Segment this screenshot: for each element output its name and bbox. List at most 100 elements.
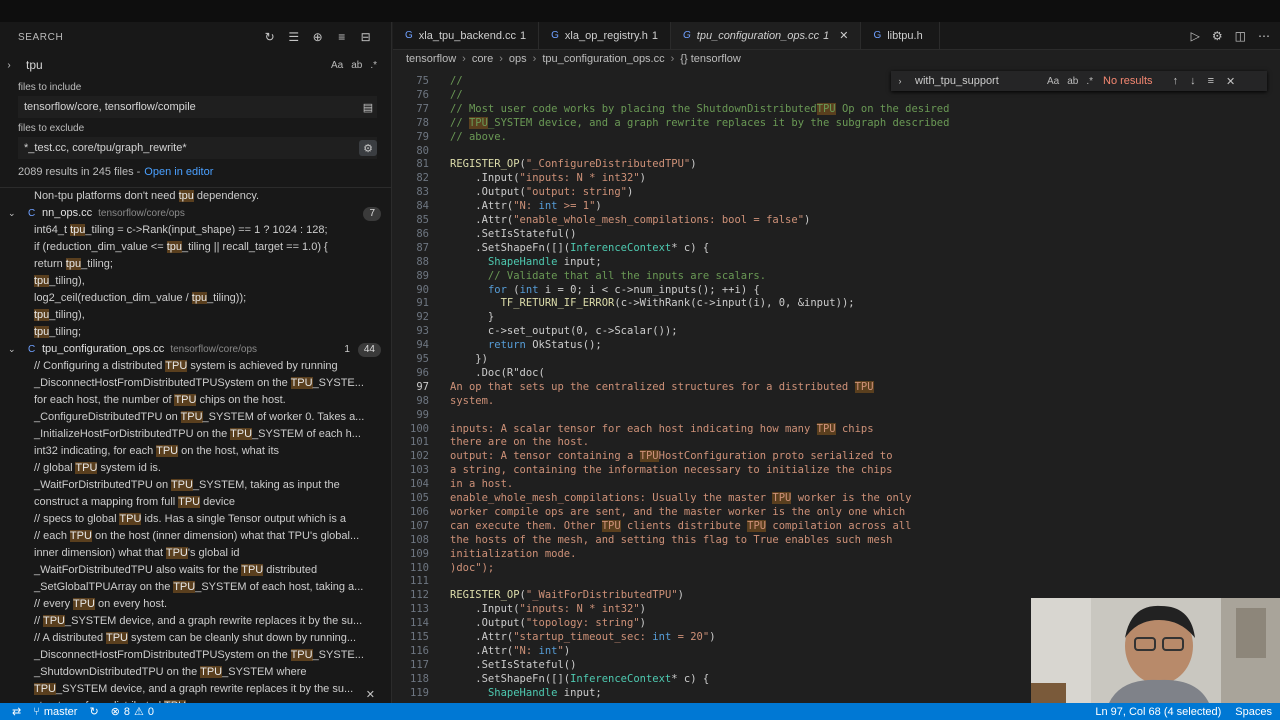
chevron-down-icon[interactable]: ⌄ <box>8 341 22 358</box>
result-line[interactable]: if (reduction_dim_value <= tpu_tiling ||… <box>0 239 391 256</box>
breadcrumb-item[interactable]: core <box>472 53 493 65</box>
toggle-replace-icon[interactable]: › <box>0 60 18 71</box>
result-line[interactable]: _WaitForDistributedTPU also waits for th… <box>0 562 391 579</box>
result-text-before: Non-tpu platforms don't need <box>34 190 179 202</box>
result-line[interactable]: _ShutdownDistributedTPU on the TPU_SYSTE… <box>0 664 391 681</box>
result-line[interactable]: // A distributed TPU system can be clean… <box>0 630 391 647</box>
result-line[interactable]: // TPU_SYSTEM device, and a graph rewrit… <box>0 613 391 630</box>
line-number: 83 <box>416 186 429 199</box>
result-text-after: _tiling), <box>49 309 85 321</box>
tab-xla-tpu-backend-cc[interactable]: Gxla_tpu_backend.cc 1 <box>393 22 540 49</box>
result-line[interactable]: // every TPU on every host. <box>0 596 391 613</box>
code-text: // Validate that all the inputs are scal… <box>450 269 767 282</box>
result-line[interactable]: int64_t tpu_tiling = c->Rank(input_shape… <box>0 222 391 239</box>
result-file-row[interactable]: ⌄ Cnn_ops.cc tensorflow/core/ops 7 <box>0 205 391 222</box>
result-line[interactable]: tpu_tiling), <box>0 307 391 324</box>
tab-tpu-configuration-ops-cc[interactable]: Gtpu_configuration_ops.cc 1 ✕ <box>671 22 862 49</box>
settings-gear-icon[interactable]: ⚙ <box>1212 29 1223 43</box>
result-match: TPU <box>69 530 92 542</box>
tab-xla-op-registry-h[interactable]: Gxla_op_registry.h 1 <box>539 22 671 49</box>
regex-icon[interactable]: .* <box>370 60 377 71</box>
result-line[interactable]: _InitializeHostForDistributedTPU on the … <box>0 426 391 443</box>
result-line[interactable]: // global TPU system id is. <box>0 460 391 477</box>
find-in-selection-icon[interactable]: ≡ <box>1208 75 1214 87</box>
line-number: 92 <box>416 311 429 324</box>
line-number: 98 <box>416 394 429 407</box>
previous-match-icon[interactable]: ↑ <box>1173 75 1179 87</box>
result-text-after: 's global id <box>187 547 240 559</box>
result-text-after: _tiling; <box>81 258 113 270</box>
sync-icon[interactable]: ↻ <box>89 705 98 718</box>
breadcrumb-item[interactable]: tpu_configuration_ops.cc <box>542 53 664 65</box>
result-file-name: tpu_configuration_ops.cc <box>42 343 165 355</box>
result-line[interactable]: int32 indicating, for each TPU on the ho… <box>0 443 391 460</box>
indentation[interactable]: Spaces <box>1235 706 1272 718</box>
exclude-field[interactable]: *_test.cc, core/tpu/graph_rewrite* ⚙ <box>18 137 377 159</box>
result-line[interactable]: _SetGlobalTPUArray on the TPU_SYSTEM of … <box>0 579 391 596</box>
breadcrumb-item[interactable]: tensorflow <box>406 53 456 65</box>
result-text-after: _tiling; <box>49 326 82 338</box>
search-input[interactable]: tpu Aa ab .* <box>18 54 377 76</box>
match-case-icon[interactable]: Aa <box>331 60 343 71</box>
match-whole-word-icon[interactable]: ab <box>351 60 362 71</box>
result-line[interactable]: TPU_SYSTEM device, and a graph rewrite r… <box>0 681 391 698</box>
find-whole-word-icon[interactable]: ab <box>1067 76 1078 87</box>
result-line[interactable]: _WaitForDistributedTPU on TPU_SYSTEM, ta… <box>0 477 391 494</box>
code-line: 90 for (int i = 0; i < c->num_inputs(); … <box>393 283 1273 297</box>
result-line[interactable]: // Configuring a distributed TPU system … <box>0 358 391 375</box>
result-line[interactable]: // specs to global TPU ids. Has a single… <box>0 511 391 528</box>
result-match: TPU <box>165 360 188 372</box>
code-line: 102 output: A tensor containing a TPUHost… <box>393 449 1273 463</box>
result-line[interactable]: construct a mapping from full TPU device <box>0 494 391 511</box>
result-line[interactable]: _DisconnectHostFromDistributedTPUSystem … <box>0 647 391 664</box>
problems-indicator[interactable]: ⊗ 8 ⚠ 0 <box>111 705 154 719</box>
result-line[interactable]: // each TPU on the host (inner dimension… <box>0 528 391 545</box>
refresh-icon[interactable]: ↻ <box>263 30 277 44</box>
cpp-file-icon: G <box>551 30 559 41</box>
split-editor-icon[interactable]: ◫ <box>1235 29 1246 43</box>
collapse-all-icon[interactable]: ⊟ <box>359 30 373 44</box>
breadcrumb-item[interactable]: ops <box>509 53 527 65</box>
result-text-after: on every host. <box>94 598 168 610</box>
use-exclude-settings-icon[interactable]: ⚙ <box>359 140 377 156</box>
result-text-after: _SYSTEM device, and a graph rewrite repl… <box>64 615 363 627</box>
result-line[interactable]: tpu_tiling), <box>0 273 391 290</box>
close-find-icon[interactable]: ✕ <box>1226 75 1235 88</box>
open-editors-only-icon[interactable]: ▤ <box>359 99 377 115</box>
close-icon[interactable]: ✕ <box>366 688 375 701</box>
close-tab-icon[interactable]: ✕ <box>839 29 848 42</box>
result-line[interactable]: log2_ceil(reduction_dim_value / tpu_tili… <box>0 290 391 307</box>
result-line[interactable]: _DisconnectHostFromDistributedTPUSystem … <box>0 375 391 392</box>
next-match-icon[interactable]: ↓ <box>1190 75 1196 87</box>
result-line[interactable]: _ConfigureDistributedTPU on TPU_SYSTEM o… <box>0 409 391 426</box>
result-line[interactable]: for each host, the number of TPU chips o… <box>0 392 391 409</box>
branch-indicator[interactable]: ⑂ master <box>33 706 77 718</box>
find-input[interactable]: with_tpu_support <box>909 75 1043 87</box>
open-in-editor-link[interactable]: Open in editor <box>144 166 213 178</box>
find-regex-icon[interactable]: .* <box>1086 76 1093 87</box>
result-line[interactable]: inner dimension) what that TPU's global … <box>0 545 391 562</box>
code-line: 103 a string, containing the information … <box>393 463 1273 477</box>
cursor-position[interactable]: Ln 97, Col 68 (4 selected) <box>1095 706 1221 718</box>
code-text: .Doc(R"doc( <box>450 366 545 379</box>
result-text-before: // global <box>34 462 76 474</box>
result-line[interactable]: tpu_tiling; <box>0 324 391 341</box>
toggle-replace-chevron-icon[interactable]: › <box>891 76 909 86</box>
tab-libtpu-h[interactable]: Glibtpu.h <box>861 22 940 49</box>
run-icon[interactable]: ▷ <box>1191 29 1200 43</box>
find-match-case-icon[interactable]: Aa <box>1047 76 1059 87</box>
remote-icon[interactable]: ⇄ <box>12 705 21 718</box>
view-as-tree-icon[interactable]: ≡ <box>335 30 349 44</box>
chevron-down-icon[interactable]: ⌄ <box>8 205 22 222</box>
code-line: 100 inputs: A scalar tensor for each host… <box>393 422 1273 436</box>
clear-results-icon[interactable]: ☰ <box>287 30 301 44</box>
line-number: 91 <box>416 297 429 310</box>
result-line[interactable]: return tpu_tiling; <box>0 256 391 273</box>
breadcrumb-item[interactable]: {} tensorflow <box>680 53 741 65</box>
new-search-editor-icon[interactable]: ⊕ <box>311 30 325 44</box>
include-field[interactable]: tensorflow/core, tensorflow/compile ▤ <box>18 96 377 118</box>
more-actions-icon[interactable]: ⋯ <box>1258 29 1270 43</box>
result-file-row[interactable]: ⌄ Ctpu_configuration_ops.cc tensorflow/cor… <box>0 341 391 358</box>
result-line[interactable]: Non-tpu platforms don't need tpu depende… <box>0 188 391 205</box>
result-text-after: _SYSTE... <box>312 377 364 389</box>
